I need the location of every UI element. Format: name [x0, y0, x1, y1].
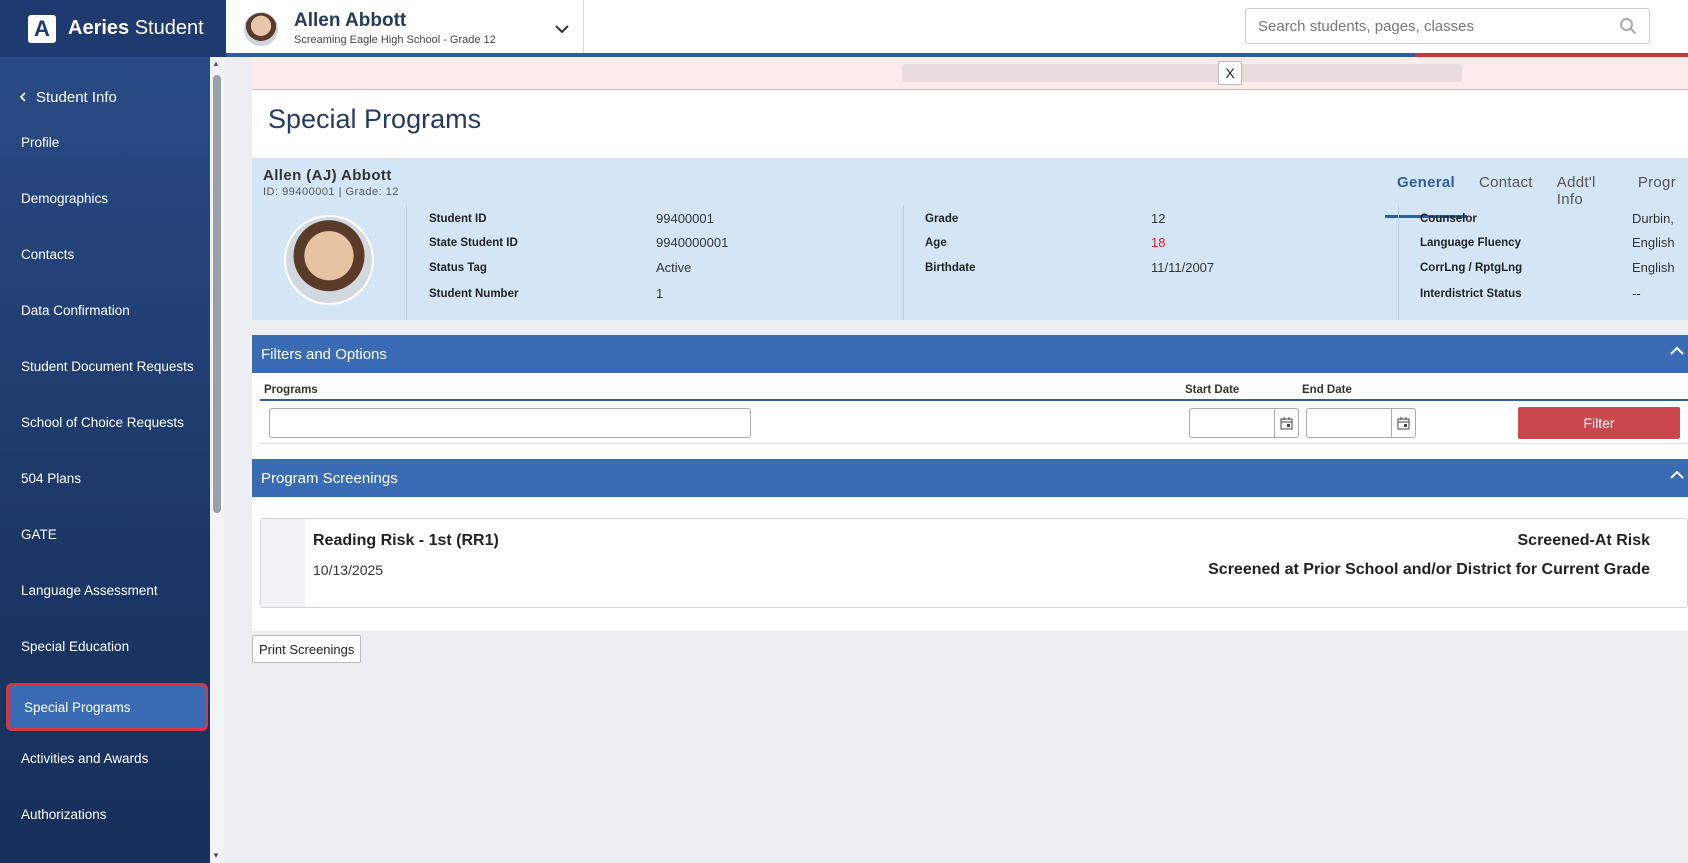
- back-label: Student Info: [36, 89, 117, 106]
- notice-close-button[interactable]: X: [1218, 61, 1242, 85]
- scroll-thumb[interactable]: [213, 75, 221, 513]
- page-title: Special Programs: [268, 104, 482, 134]
- student-id-line: ID: 99400001 | Grade: 12: [263, 186, 399, 198]
- value-age: 18: [1151, 235, 1166, 250]
- label-corrlng-rptglng: CorrLng / RptgLng: [1420, 261, 1523, 274]
- label-student-number: Student Number: [429, 287, 519, 300]
- sidebar-scrollbar[interactable]: ▲ ▼: [210, 57, 224, 863]
- chevron-left-icon: [19, 89, 26, 106]
- filters-input-row: Filter: [260, 403, 1688, 444]
- value-counselor: Durbin,: [1632, 211, 1674, 226]
- screenings-title: Program Screenings: [261, 469, 398, 487]
- programs-label: Programs: [264, 384, 318, 396]
- student-school: Screaming Eagle High School - Grade 12: [294, 34, 496, 46]
- screenings-panel: Reading Risk - 1st (RR1) 10/13/2025 Scre…: [252, 498, 1688, 631]
- label-state-student-id: State Student ID: [429, 236, 518, 249]
- calendar-icon[interactable]: [1391, 409, 1415, 437]
- start-date-field[interactable]: [1189, 408, 1299, 438]
- top-bar: A Aeries Student Allen Abbott Screaming …: [0, 0, 1688, 57]
- brand-name: Aeries Student: [68, 17, 204, 39]
- sidebar: Student Info Profile Demographics Contac…: [0, 57, 210, 863]
- start-date-label: Start Date: [1185, 384, 1240, 396]
- aeries-logo-icon: A: [28, 14, 56, 43]
- sidebar-item-504-plans[interactable]: 504 Plans: [6, 454, 208, 502]
- screening-date: 10/13/2025: [313, 562, 384, 578]
- photo-cell: [252, 205, 407, 320]
- page-header: Special Programs: [252, 90, 1688, 158]
- student-display-name: Allen (AJ) Abbott: [263, 167, 392, 184]
- sidebar-item-gate[interactable]: GATE: [6, 510, 208, 558]
- print-screenings-button[interactable]: Print Screenings: [252, 635, 362, 663]
- filters-header-row: Programs Start Date End Date: [260, 381, 1688, 401]
- screening-status: Screened-At Risk: [1517, 532, 1651, 549]
- label-interdistrict-status: Interdistrict Status: [1420, 287, 1522, 300]
- brand[interactable]: A Aeries Student: [0, 0, 226, 57]
- screenings-section-header[interactable]: Program Screenings: [252, 459, 1688, 497]
- label-counselor: Counselor: [1420, 212, 1477, 225]
- notice-bar: X: [252, 57, 1688, 90]
- chevron-up-icon[interactable]: [1670, 467, 1684, 485]
- filters-section-header[interactable]: Filters and Options: [252, 335, 1688, 373]
- sidebar-item-special-education[interactable]: Special Education: [6, 622, 208, 670]
- search-input[interactable]: [1258, 17, 1619, 35]
- label-student-id: Student ID: [429, 212, 487, 225]
- info-column-2: Grade 12 Age 18 Birthdate 11/11/2007: [904, 205, 1399, 320]
- chevron-down-icon[interactable]: [555, 18, 569, 39]
- sidebar-item-language-assessment[interactable]: Language Assessment: [6, 566, 208, 614]
- filters-title: Filters and Options: [261, 345, 387, 363]
- info-column-3: Counselor Durbin, Language Fluency Engli…: [1399, 205, 1688, 320]
- value-interdistrict-status: --: [1632, 286, 1641, 301]
- label-birthdate: Birthdate: [925, 261, 976, 274]
- student-info-panel: Allen (AJ) Abbott ID: 99400001 | Grade: …: [252, 158, 1688, 320]
- back-to-student-info[interactable]: Student Info: [19, 89, 117, 106]
- end-date-field[interactable]: [1306, 408, 1416, 438]
- scroll-up-icon[interactable]: ▲: [212, 59, 220, 68]
- value-status-tag: Active: [656, 260, 692, 275]
- value-state-student-id: 9940000001: [656, 235, 729, 250]
- avatar: [244, 11, 278, 46]
- search-box[interactable]: [1245, 8, 1650, 44]
- screening-card[interactable]: Reading Risk - 1st (RR1) 10/13/2025 Scre…: [260, 518, 1688, 608]
- value-birthdate: 11/11/2007: [1151, 260, 1215, 275]
- sidebar-item-student-document-requests[interactable]: Student Document Requests: [6, 342, 208, 390]
- label-grade: Grade: [925, 212, 959, 225]
- sidebar-item-special-programs[interactable]: Special Programs: [6, 683, 208, 731]
- student-info-body: Student ID 99400001 State Student ID 994…: [252, 205, 1688, 320]
- student-photo: [284, 215, 374, 305]
- main-content: X Special Programs Allen (AJ) Abbott ID:…: [252, 57, 1688, 863]
- search-icon[interactable]: [1619, 17, 1637, 35]
- sidebar-item-demographics[interactable]: Demographics: [6, 174, 208, 222]
- value-corrlng-rptglng: English: [1632, 260, 1675, 275]
- student-name: Allen Abbott: [294, 10, 407, 31]
- calendar-icon[interactable]: [1274, 409, 1298, 437]
- info-column-1: Student ID 99400001 State Student ID 994…: [407, 205, 904, 320]
- student-switcher[interactable]: Allen Abbott Screaming Eagle High School…: [226, 0, 584, 57]
- sidebar-item-contacts[interactable]: Contacts: [6, 230, 208, 278]
- value-student-id: 99400001: [656, 211, 714, 226]
- card-stripe: [261, 519, 305, 607]
- filters-panel: Programs Start Date End Date Filter: [252, 373, 1688, 463]
- sidebar-item-data-confirmation[interactable]: Data Confirmation: [6, 286, 208, 334]
- label-language-fluency: Language Fluency: [1420, 236, 1521, 249]
- notice-message: [902, 64, 1462, 82]
- screening-note: Screened at Prior School and/or District…: [1208, 561, 1650, 578]
- programs-input[interactable]: [269, 408, 751, 438]
- label-age: Age: [925, 236, 947, 249]
- sidebar-item-school-of-choice-requests[interactable]: School of Choice Requests: [6, 398, 208, 446]
- end-date-label: End Date: [1302, 384, 1352, 396]
- value-student-number: 1: [656, 286, 664, 301]
- value-grade: 12: [1151, 211, 1166, 226]
- filter-button[interactable]: Filter: [1518, 407, 1680, 439]
- screening-title: Reading Risk - 1st (RR1): [313, 532, 499, 549]
- scroll-down-icon[interactable]: ▼: [212, 851, 220, 860]
- sidebar-item-activities-and-awards[interactable]: Activities and Awards: [6, 734, 208, 782]
- sidebar-item-authorizations[interactable]: Authorizations: [6, 790, 208, 838]
- label-status-tag: Status Tag: [429, 261, 487, 274]
- chevron-up-icon[interactable]: [1670, 343, 1684, 361]
- sidebar-item-profile[interactable]: Profile: [6, 118, 208, 166]
- value-language-fluency: English: [1632, 235, 1675, 250]
